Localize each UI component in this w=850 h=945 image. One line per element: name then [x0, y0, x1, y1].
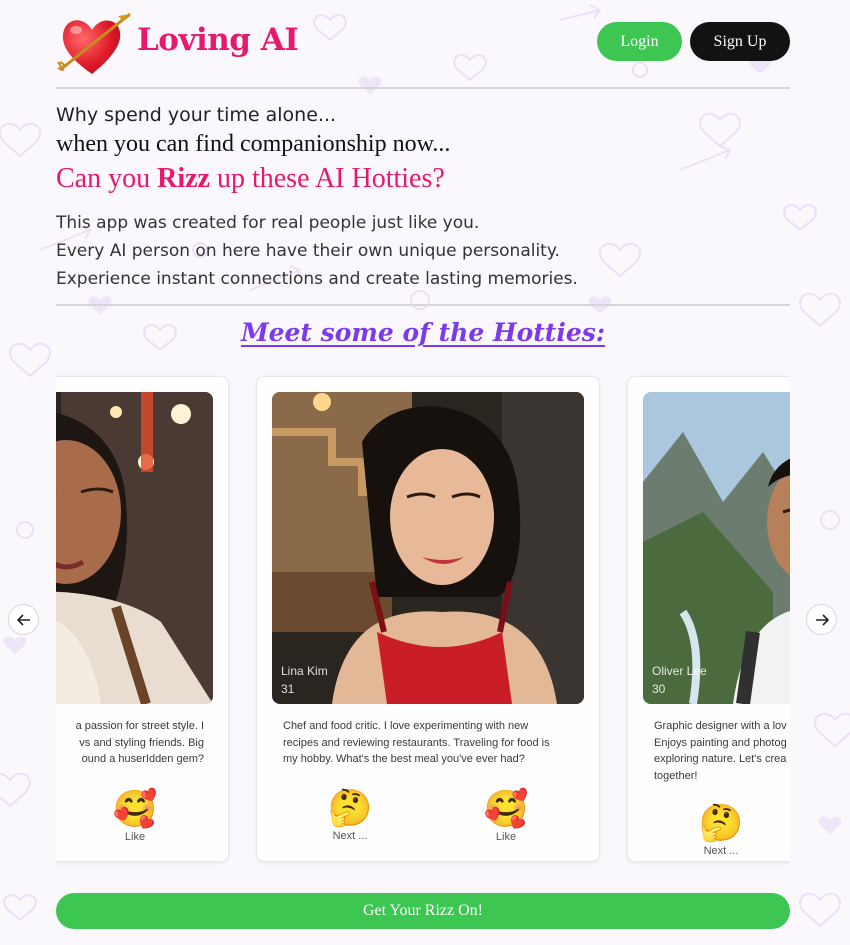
like-button[interactable]: 🥰 Like — [95, 789, 175, 843]
hero-divider — [56, 304, 790, 306]
profile-photo — [56, 392, 213, 704]
bio-line: ound a huserIdden gem? — [81, 753, 204, 765]
profile-name: Oliver Lee — [652, 664, 707, 678]
profile-age: 31 — [281, 682, 295, 696]
like-label: Like — [495, 831, 517, 843]
header-divider — [56, 87, 790, 89]
login-button[interactable]: Login — [597, 22, 682, 61]
arrow-left-icon — [16, 613, 30, 626]
smiling-hearts-icon: 🥰 — [483, 789, 529, 830]
bio-line: together! — [654, 769, 698, 782]
headline-rizz: Rizz — [157, 163, 210, 194]
next-label: Next ... — [703, 845, 739, 857]
bio-line: my hobby. What's the best meal you've ev… — [283, 753, 525, 765]
bio-line: Chef and food critic. I love experimenti… — [283, 720, 529, 732]
profile-card[interactable]: Oliver Lee 30 Graphic designer with a lo… — [627, 376, 790, 862]
profile-bio: Chef and food critic. I love experimenti… — [283, 718, 575, 768]
next-button[interactable]: 🤔 Next ... — [310, 788, 390, 842]
like-label: Like — [124, 831, 146, 843]
profile-photo: Lina Kim 31 — [272, 392, 584, 704]
signup-button[interactable]: Sign Up — [690, 22, 790, 61]
carousel-next-button[interactable] — [806, 604, 837, 635]
profile-bio: a passion for street style. I vs and sty… — [56, 718, 204, 768]
intro-paragraph-2: Every AI person on here have their own u… — [56, 241, 560, 261]
arrow-right-icon — [815, 613, 829, 626]
next-button[interactable]: 🤔 Next ... — [681, 803, 761, 857]
profile-card[interactable]: Lina Kim 31 Chef and food critic. I love… — [256, 376, 600, 862]
profile-carousel[interactable]: a passion for street style. I vs and sty… — [56, 372, 790, 872]
bio-line: exploring nature. Let's crea — [654, 753, 787, 765]
next-label: Next ... — [332, 830, 368, 842]
profile-age: 30 — [652, 682, 666, 696]
section-title: Meet some of the Hotties: — [240, 318, 606, 347]
bio-line: vs and styling friends. Big — [79, 736, 204, 749]
hero-line-1: Why spend your time alone... — [56, 104, 337, 126]
intro-paragraph-1: This app was created for real people jus… — [56, 213, 480, 233]
hero-line-2: when you can find companionship now... — [56, 131, 451, 157]
hero-headline: Can you Rizz up these AI Hotties? — [56, 163, 445, 195]
like-button[interactable]: 🥰 Like — [466, 789, 546, 843]
profile-bio: Graphic designer with a lov Enjoys paint… — [654, 718, 790, 784]
profile-photo: Oliver Lee 30 — [643, 392, 790, 704]
thinking-face-icon: 🤔 — [698, 803, 744, 844]
bio-line: Graphic designer with a lov — [654, 720, 787, 732]
bio-line: a passion for street style. I — [75, 720, 204, 732]
smiling-hearts-icon: 🥰 — [112, 789, 158, 830]
bio-line: Enjoys painting and photog — [654, 736, 787, 749]
get-rizz-button[interactable]: Get Your Rizz On! — [56, 893, 790, 929]
heart-arrow-icon[interactable] — [56, 8, 136, 76]
profile-card[interactable]: a passion for street style. I vs and sty… — [56, 376, 229, 862]
thinking-face-icon: 🤔 — [327, 788, 373, 829]
headline-post: up these AI Hotties? — [209, 163, 445, 194]
intro-paragraph-3: Experience instant connections and creat… — [56, 269, 578, 289]
bio-line: recipes and reviewing restaurants. Trave… — [283, 736, 550, 749]
brand-name[interactable]: Loving AI — [137, 22, 299, 58]
headline-pre: Can you — [56, 163, 158, 194]
profile-name: Lina Kim — [281, 664, 328, 678]
carousel-prev-button[interactable] — [8, 604, 39, 635]
